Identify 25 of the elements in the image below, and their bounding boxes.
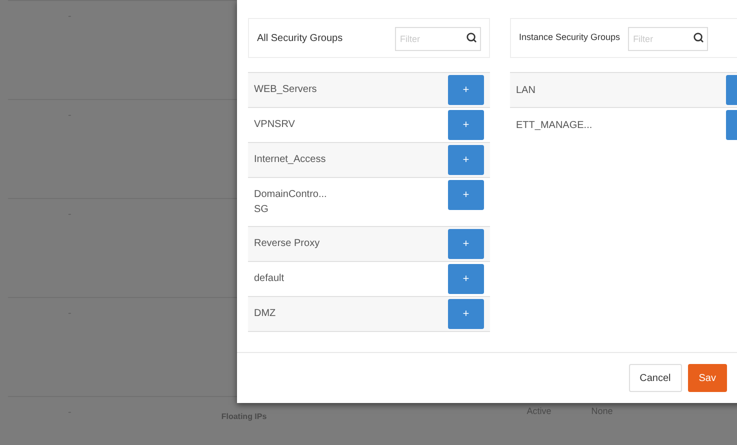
save-button[interactable]: Sav (688, 364, 727, 392)
group-name: WEB_Servers (253, 83, 318, 97)
table-cell-text: - (68, 307, 72, 321)
cancel-button[interactable]: Cancel (628, 364, 682, 392)
group-name: Reverse Proxy (253, 237, 321, 251)
group-name: Internet_Access (253, 153, 327, 167)
group-name: ETT_MANAGE... (515, 118, 594, 132)
add-button[interactable]: + (448, 180, 484, 210)
panel-title: Instance Security Groups (519, 31, 620, 44)
add-button[interactable]: + (448, 110, 484, 140)
panel-title: All Security Groups (257, 32, 343, 46)
group-name: default (253, 272, 286, 286)
group-name: LAN (515, 84, 536, 98)
add-button[interactable]: + (448, 229, 484, 259)
add-button[interactable]: + (448, 299, 484, 329)
table-cell-text: - (68, 10, 72, 24)
table-cell-text: - (68, 208, 72, 222)
table-cell-text: - (68, 406, 72, 420)
add-button[interactable]: + (448, 145, 484, 175)
table-cell-text: - (68, 109, 72, 123)
add-button[interactable]: + (448, 75, 484, 105)
group-name: DomainContro... SG (253, 188, 328, 217)
group-name: DMZ (253, 307, 277, 321)
group-name: VPNSRV (253, 118, 296, 132)
add-button[interactable]: + (448, 264, 484, 294)
